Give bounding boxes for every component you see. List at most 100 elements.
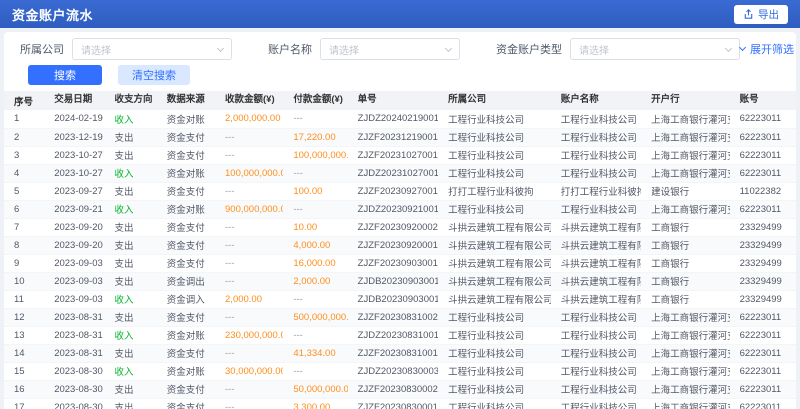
- table-row[interactable]: 82023-09-20支出资金支付---4,000.00ZJZF20230920…: [4, 236, 796, 254]
- table-row[interactable]: 92023-09-03支出资金支付---16,000.00ZJZF2023090…: [4, 254, 796, 272]
- sort-icon[interactable]: [489, 97, 495, 110]
- table-row[interactable]: 62023-09-21收入资金对账900,000,000.00---ZJDZ20…: [4, 200, 796, 218]
- sort-icon[interactable]: [683, 97, 689, 110]
- column-header-company[interactable]: 所属公司: [438, 91, 551, 110]
- cell-receive-amount: ---: [215, 182, 283, 200]
- export-label: 导出: [758, 7, 779, 22]
- column-header-date[interactable]: 交易日期: [44, 91, 104, 110]
- cell-order-no: ZJDB20230903001: [348, 272, 438, 290]
- table-row[interactable]: 152023-08-30收入资金对账30,000,000.00---ZJDZ20…: [4, 362, 796, 380]
- cell-date: 2023-09-03: [44, 254, 104, 272]
- table-row[interactable]: 122023-08-31支出资金支付---500,000,000.00ZJZF2…: [4, 308, 796, 326]
- company-filter-label: 所属公司: [20, 41, 64, 57]
- column-label: 账户名称: [561, 94, 599, 105]
- cell-index: 16: [4, 380, 44, 398]
- sort-icon[interactable]: [208, 97, 214, 110]
- cell-direction: 支出: [104, 308, 156, 326]
- sort-icon[interactable]: [278, 97, 284, 110]
- clear-search-button[interactable]: 清空搜索: [118, 65, 190, 85]
- cell-direction: 收入: [104, 110, 156, 128]
- cell-receive-amount: ---: [215, 272, 283, 290]
- table-row[interactable]: 102023-09-03支出资金调出---2,000.00ZJDB2023090…: [4, 272, 796, 290]
- cell-source: 资金对账: [157, 362, 215, 380]
- cell-receive-amount: ---: [215, 128, 283, 146]
- cell-source: 资金支付: [157, 182, 215, 200]
- sort-icon[interactable]: [602, 97, 608, 110]
- cell-bank: 上海工商银行灌河支行: [641, 128, 729, 146]
- table-row[interactable]: 42023-10-27收入资金对账100,000,000.00---ZJDZ20…: [4, 164, 796, 182]
- cell-date: 2023-08-31: [44, 344, 104, 362]
- cell-direction: 收入: [104, 290, 156, 308]
- cell-pay-amount: ---: [283, 164, 347, 182]
- cell-account-no: 23329499: [730, 236, 796, 254]
- table-row[interactable]: 52023-09-27支出资金支付---100.00ZJZF2023092700…: [4, 182, 796, 200]
- company-select[interactable]: 请选择: [72, 38, 232, 60]
- cell-bank: 上海工商银行灌河支行: [641, 308, 729, 326]
- cell-order-no: ZJZF20230830001: [348, 398, 438, 409]
- account-type-select[interactable]: 请选择: [570, 38, 740, 60]
- column-header-index: 序号: [4, 91, 44, 110]
- sort-icon[interactable]: [762, 97, 768, 110]
- cell-pay-amount: 17,220.00: [283, 128, 347, 146]
- table-container: 序号交易日期收支方向数据来源收款金额(¥)付款金额(¥)单号所属公司账户名称 开户…: [4, 91, 796, 409]
- content-card: 所属公司 请选择 账户名称 请选择 资金账户类型 请选择: [4, 32, 796, 409]
- table-row[interactable]: 172023-08-30支出资金支付---3,300.00ZJZF2023083…: [4, 398, 796, 409]
- cell-account-no: 62223011: [730, 398, 796, 409]
- sort-icon[interactable]: [156, 97, 157, 110]
- cell-direction: 支出: [104, 254, 156, 272]
- column-header-account-no[interactable]: 账号: [730, 91, 796, 110]
- sort-icon[interactable]: [95, 97, 101, 110]
- table-row[interactable]: 72023-09-20支出资金支付---10.00ZJZF20230920002…: [4, 218, 796, 236]
- cell-date: 2023-08-31: [44, 308, 104, 326]
- cell-company: 斗拱云建筑工程有限公司: [438, 290, 551, 308]
- cell-index: 11: [4, 290, 44, 308]
- table-row[interactable]: 22023-12-19支出资金支付---17,220.00ZJZF2023121…: [4, 128, 796, 146]
- cell-order-no: ZJDZ20231027001: [348, 164, 438, 182]
- cell-bank: 上海工商银行灌河支行: [641, 110, 729, 128]
- table-row[interactable]: 32023-10-27支出资金支付---100,000,000.00ZJZF20…: [4, 146, 796, 164]
- column-label: 数据来源: [167, 94, 205, 105]
- cell-order-no: ZJDZ20230921001: [348, 200, 438, 218]
- cell-receive-amount: 2,000.00: [215, 290, 283, 308]
- cell-date: 2023-12-19: [44, 128, 104, 146]
- cell-date: 2023-08-30: [44, 398, 104, 409]
- account-name-select[interactable]: 请选择: [320, 38, 460, 60]
- cell-source: 资金对账: [157, 200, 215, 218]
- column-header-direction[interactable]: 收支方向: [104, 91, 156, 110]
- table-row[interactable]: 112023-09-03收入资金调入2,000.00---ZJDB2023090…: [4, 290, 796, 308]
- cell-account-name: 工程行业科技公司: [551, 164, 641, 182]
- chevron-down-icon: [739, 44, 746, 51]
- filter-group-account-name: 账户名称 请选择: [268, 38, 460, 60]
- page-header: 资金账户流水 导出: [0, 0, 800, 28]
- cell-date: 2023-09-20: [44, 236, 104, 254]
- table-row[interactable]: 12024-02-19收入资金对账2,000,000.00---ZJDZ2024…: [4, 110, 796, 128]
- column-header-account-name[interactable]: 账户名称: [551, 91, 641, 110]
- cell-date: 2023-09-21: [44, 200, 104, 218]
- column-header-bank[interactable]: 开户行: [641, 91, 729, 110]
- export-button[interactable]: 导出: [734, 5, 788, 24]
- cell-account-name: 工程行业科技公司: [551, 110, 641, 128]
- cell-order-no: ZJZF20230830002: [348, 380, 438, 398]
- column-header-receive-amount[interactable]: 收款金额(¥): [215, 91, 283, 110]
- cell-account-name: 工程行业科技公司: [551, 344, 641, 362]
- table-row[interactable]: 162023-08-30支出资金支付---50,000,000.00ZJZF20…: [4, 380, 796, 398]
- cell-account-no: 11022382: [730, 182, 796, 200]
- column-header-order-no[interactable]: 单号: [348, 91, 438, 110]
- cell-index: 2: [4, 128, 44, 146]
- cell-bank: 上海工商银行灌河支行: [641, 380, 729, 398]
- expand-filter-toggle[interactable]: 展开筛选: [740, 41, 794, 57]
- search-button[interactable]: 搜索: [28, 65, 102, 85]
- cell-receive-amount: ---: [215, 344, 283, 362]
- cell-receive-amount: 230,000,000.00: [215, 326, 283, 344]
- table-row[interactable]: 142023-08-31支出资金支付---41,334.00ZJZF202308…: [4, 344, 796, 362]
- cell-index: 9: [4, 254, 44, 272]
- cell-account-name: 工程行业科技公司: [551, 146, 641, 164]
- cell-source: 资金支付: [157, 236, 215, 254]
- sort-icon[interactable]: [346, 97, 348, 110]
- cell-pay-amount: 50,000,000.00: [283, 380, 347, 398]
- sort-icon[interactable]: [380, 97, 386, 110]
- table-row[interactable]: 132023-08-31收入资金对账230,000,000.00---ZJDZ2…: [4, 326, 796, 344]
- column-header-source[interactable]: 数据来源: [157, 91, 215, 110]
- cell-receive-amount: ---: [215, 218, 283, 236]
- column-header-pay-amount[interactable]: 付款金额(¥): [283, 91, 347, 110]
